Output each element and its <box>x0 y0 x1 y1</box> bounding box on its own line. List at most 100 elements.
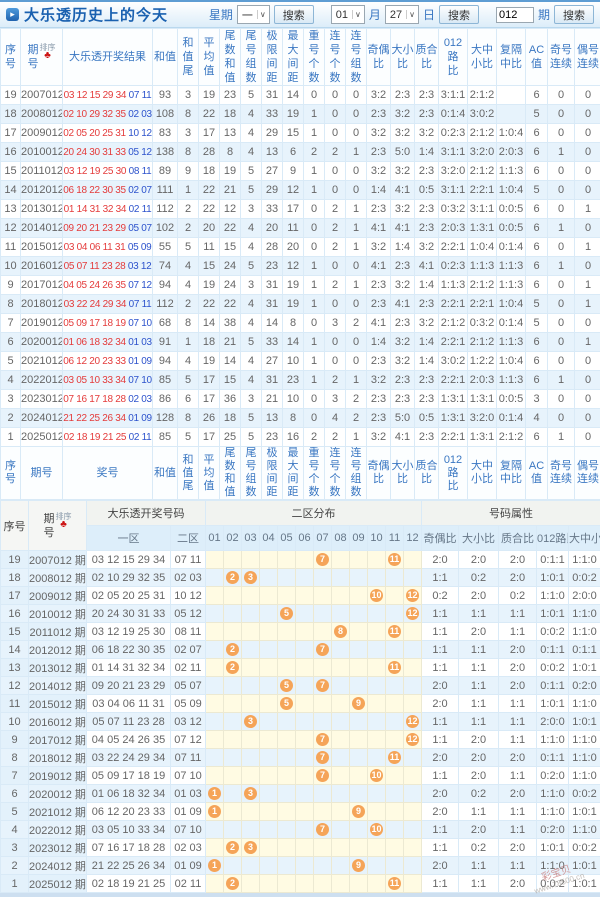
stat-cell: 3:0:2 <box>468 105 497 124</box>
stat-cell: 1 <box>346 238 367 257</box>
sort-control[interactable]: 排序♣ <box>56 513 72 529</box>
zone1-numbers-cell: 06 18 22 30 35 <box>87 641 171 659</box>
stat-cell: 3:0:2 <box>439 352 468 371</box>
stat-cell: 1 <box>304 352 325 371</box>
distribution-cell <box>350 551 368 569</box>
distribution-cell <box>386 605 404 623</box>
stat-cell: 5 <box>526 295 548 314</box>
distribution-cell <box>368 785 386 803</box>
period-cell: 2010012 期 <box>29 605 87 623</box>
table-row: 62020012 期01 06 18 32 3401 03132:00:22:0… <box>1 785 600 803</box>
distribution-cell <box>296 767 314 785</box>
title-bullet-icon: ▸ <box>6 8 19 21</box>
distribution-cell <box>206 659 224 677</box>
distribution-cell <box>386 839 404 857</box>
distribution-cell <box>386 713 404 731</box>
period-cell: 2016012 期 <box>29 713 87 731</box>
stat-cell: 16 <box>283 428 304 447</box>
zone2-numbers-cell: 03 12 <box>171 713 206 731</box>
attr-cell: 1:1:0 <box>537 587 569 605</box>
stat-cell: 1:1:3 <box>468 257 497 276</box>
stat-cell: 0 <box>575 428 600 447</box>
period-cell: 2017012 期 <box>29 731 87 749</box>
header-row: 序号期 号排序♣大乐透开奖结果和值和值 尾平均 值尾数 和值尾号 组数极限 间距… <box>1 29 600 86</box>
stat-cell: 2:3 <box>415 219 439 238</box>
seq-cell: 10 <box>1 713 29 731</box>
stat-cell: 22 <box>199 295 220 314</box>
attr-cell: 2:0 <box>459 623 499 641</box>
zone2-numbers-cell: 02 03 <box>171 569 206 587</box>
distribution-cell <box>296 749 314 767</box>
distribution-cell <box>350 605 368 623</box>
zone-number-header: 01 <box>206 526 224 551</box>
lottery-ball: 2 <box>226 877 239 890</box>
stat-cell: 1 <box>346 219 367 238</box>
attr-cell: 2:0 <box>499 749 537 767</box>
sort-control[interactable]: 排序♣ <box>40 44 56 60</box>
distribution-cell <box>242 803 260 821</box>
stat-cell: 0 <box>346 181 367 200</box>
stat-cell: 0:2:3 <box>439 124 468 143</box>
seq-cell: 13 <box>1 659 29 677</box>
date-search-button[interactable]: 搜索 <box>439 5 479 24</box>
attr-cell: 2:0 <box>422 803 459 821</box>
distribution-cell <box>224 623 242 641</box>
attr-cell: 0:1:1 <box>537 677 569 695</box>
distribution-cell <box>404 767 422 785</box>
stat-cell: 128 <box>153 409 178 428</box>
result-cell: 02 05 20 25 31 10 12 <box>63 124 153 143</box>
stat-cell: 24 <box>220 257 241 276</box>
distribution-cell: 1 <box>206 803 224 821</box>
stat-cell: 1 <box>304 276 325 295</box>
front-zone-numbers: 05 09 17 18 19 <box>63 318 126 329</box>
column-header: 大乐透开奖结果 <box>63 29 153 86</box>
stat-cell: 1 <box>304 105 325 124</box>
result-cell: 02 18 19 21 25 02 11 <box>63 428 153 447</box>
stat-cell: 1:0:4 <box>497 352 526 371</box>
stat-cell: 15 <box>283 124 304 143</box>
stat-cell: 0:5 <box>415 181 439 200</box>
column-header: 大中 小比 <box>468 447 497 500</box>
seq-cell: 1 <box>1 428 21 447</box>
stat-cell: 8 <box>178 314 199 333</box>
front-zone-numbers: 21 22 25 26 34 <box>63 413 126 424</box>
day-select[interactable]: 27∨ <box>385 5 419 24</box>
stat-cell: 85 <box>153 428 178 447</box>
stat-cell: 23 <box>262 428 283 447</box>
table-row: 12025012 期02 18 19 21 2502 112111:11:12:… <box>1 875 600 893</box>
stat-cell: 15 <box>220 371 241 390</box>
month-select[interactable]: 01∨ <box>331 5 365 24</box>
stat-cell: 2:3 <box>391 390 415 409</box>
distribution-cell <box>332 731 350 749</box>
stat-cell: 1 <box>548 219 575 238</box>
distribution-cell <box>278 587 296 605</box>
distribution-cell: 3 <box>242 713 260 731</box>
lottery-ball: 10 <box>370 823 383 836</box>
column-header: 重号 个数 <box>304 29 325 86</box>
week-search-button[interactable]: 搜索 <box>274 5 314 24</box>
stat-cell: 4 <box>241 352 262 371</box>
distribution-cell <box>296 821 314 839</box>
stat-cell: 112 <box>153 200 178 219</box>
distribution-cell <box>296 803 314 821</box>
issue-label: 期 <box>538 6 550 23</box>
seq-cell: 6 <box>1 333 21 352</box>
zone1-numbers-cell: 01 06 18 32 34 <box>87 785 171 803</box>
issue-input[interactable] <box>496 7 534 23</box>
attr-cell: 1:1 <box>499 731 537 749</box>
week-select[interactable]: 一∨ <box>237 5 270 24</box>
period-cell: 2019012 期 <box>29 767 87 785</box>
stat-cell: 2 <box>304 428 325 447</box>
distribution-cell <box>368 677 386 695</box>
result-cell: 03 22 24 29 34 07 11 <box>63 295 153 314</box>
stat-cell: 12 <box>220 200 241 219</box>
front-zone-numbers: 04 05 24 26 35 <box>63 280 126 291</box>
stat-cell: 2:1:2 <box>468 333 497 352</box>
front-zone-numbers: 03 05 10 33 34 <box>63 375 126 386</box>
issue-search-button[interactable]: 搜索 <box>554 5 594 24</box>
distribution-cell <box>206 569 224 587</box>
table-row: 4202201203 05 10 33 34 07 10855171543123… <box>1 371 600 390</box>
seq-cell: 1 <box>1 875 29 893</box>
results-table-footer-header: 序号期号奖号和值和值 尾平均 值尾数 和值尾号 组数极限 间距最大 间距重号 个… <box>1 447 600 500</box>
stat-cell: 29 <box>262 124 283 143</box>
